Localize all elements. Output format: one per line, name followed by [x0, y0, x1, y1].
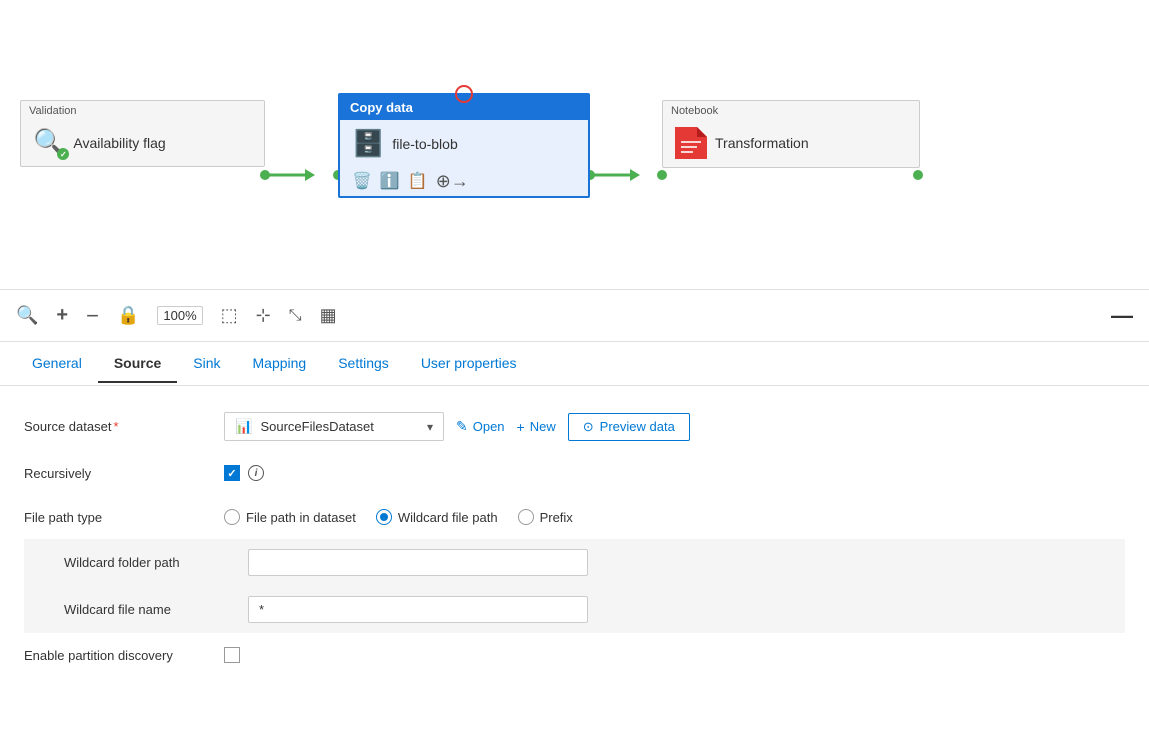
- layout-icon[interactable]: ▦: [320, 305, 337, 326]
- pencil-icon: ✎: [456, 418, 468, 435]
- recursively-info-icon[interactable]: i: [248, 465, 264, 481]
- recursively-checkbox[interactable]: ✓: [224, 465, 240, 481]
- copy-node-icon: 🗄️: [352, 128, 384, 159]
- tabs-bar: General Source Sink Mapping Settings Use…: [0, 342, 1149, 386]
- resize-icon[interactable]: ⤡: [289, 307, 302, 325]
- radio-outer-3: [518, 509, 534, 525]
- bottom-section: 🔍 + − 🔒 100% ⬚ ⊹ ⤡ ▦ — General Source Si…: [0, 290, 1149, 738]
- minus-icon[interactable]: −: [86, 303, 99, 329]
- source-dataset-control: 📊 SourceFilesDataset ▾ ✎ Open + New ⊙ Pr…: [224, 412, 1125, 441]
- radio-label-2: Wildcard file path: [398, 510, 498, 525]
- lock-icon[interactable]: 🔒: [117, 305, 139, 326]
- plus-icon: +: [517, 419, 525, 435]
- recursively-control: ✓ i: [224, 465, 1125, 481]
- wildcard-folder-control: [248, 549, 1101, 576]
- recursively-row: Recursively ✓ i: [24, 451, 1125, 495]
- notebook-node-label: Notebook: [663, 101, 919, 119]
- radio-inner-2: [380, 513, 388, 521]
- validation-node-name: Availability flag: [73, 135, 165, 151]
- dataset-icon: 📊: [235, 418, 252, 435]
- add-icon[interactable]: +: [56, 304, 68, 327]
- radio-outer-2: [376, 509, 392, 525]
- copy-data-node[interactable]: Copy data 🗄️ file-to-blob 🗑️ ℹ️ 📋 ⊕→: [338, 93, 590, 198]
- notebook-icon: [675, 127, 707, 159]
- radio-wildcard-file-path[interactable]: Wildcard file path: [376, 509, 498, 525]
- select-icon[interactable]: ⊹: [256, 305, 271, 326]
- validation-node[interactable]: Validation 🔍 ✓ Availability flag: [20, 100, 265, 167]
- info-icon[interactable]: ℹ️: [380, 171, 400, 192]
- toolbar: 🔍 + − 🔒 100% ⬚ ⊹ ⤡ ▦ —: [0, 290, 1149, 342]
- wildcard-file-control: [248, 596, 1101, 623]
- clone-icon[interactable]: 📋: [408, 171, 428, 192]
- preview-data-button[interactable]: ⊙ Preview data: [568, 413, 690, 441]
- new-link[interactable]: + New: [517, 419, 556, 435]
- search-icon[interactable]: 🔍: [16, 305, 38, 326]
- add-activity-icon[interactable]: ⊕→: [436, 171, 469, 192]
- source-dataset-row: Source dataset* 📊 SourceFilesDataset ▾ ✎…: [24, 402, 1125, 451]
- file-path-type-label: File path type: [24, 510, 224, 525]
- copy-node-indicator: [455, 85, 473, 103]
- radio-outer-1: [224, 509, 240, 525]
- wildcard-folder-input[interactable]: [248, 549, 588, 576]
- tab-sink[interactable]: Sink: [177, 345, 236, 383]
- wildcard-subfields: Wildcard folder path Wildcard file name: [24, 539, 1125, 633]
- checkbox-check-icon: ✓: [227, 467, 236, 480]
- validation-icon: 🔍 ✓: [33, 127, 65, 158]
- radio-label-1: File path in dataset: [246, 510, 356, 525]
- radio-prefix[interactable]: Prefix: [518, 509, 573, 525]
- validation-node-label: Validation: [21, 101, 264, 119]
- tab-mapping[interactable]: Mapping: [237, 345, 323, 383]
- properties-panel: Source dataset* 📊 SourceFilesDataset ▾ ✎…: [0, 386, 1149, 738]
- wildcard-folder-label: Wildcard folder path: [48, 555, 248, 570]
- dropdown-arrow-icon: ▾: [427, 420, 433, 434]
- copy-node-name: file-to-blob: [392, 136, 457, 152]
- copy-node-actions: 🗑️ ℹ️ 📋 ⊕→: [340, 167, 588, 196]
- delete-icon[interactable]: 🗑️: [352, 171, 372, 192]
- tab-settings[interactable]: Settings: [322, 345, 405, 383]
- enable-partition-control: [224, 647, 1125, 663]
- tab-user-properties[interactable]: User properties: [405, 345, 533, 383]
- file-path-type-row: File path type File path in dataset Wild…: [24, 495, 1125, 539]
- wildcard-file-label: Wildcard file name: [48, 602, 248, 617]
- radio-label-3: Prefix: [540, 510, 573, 525]
- open-link[interactable]: ✎ Open: [456, 418, 505, 435]
- pipeline-canvas: Validation 🔍 ✓ Availability flag Copy da…: [0, 0, 1149, 290]
- file-path-radio-group: File path in dataset Wildcard file path …: [224, 509, 573, 525]
- wildcard-file-row: Wildcard file name: [48, 586, 1101, 633]
- pipeline-divider: —: [1111, 303, 1133, 329]
- zoom-level[interactable]: 100%: [157, 306, 202, 325]
- recursively-checkbox-row: ✓ i: [224, 465, 264, 481]
- notebook-node-name: Transformation: [715, 135, 809, 151]
- radio-file-path-in-dataset[interactable]: File path in dataset: [224, 509, 356, 525]
- source-dataset-label: Source dataset*: [24, 419, 224, 434]
- tab-general[interactable]: General: [16, 345, 98, 383]
- wildcard-file-input[interactable]: [248, 596, 588, 623]
- enable-partition-row: Enable partition discovery: [24, 633, 1125, 677]
- source-dataset-value: SourceFilesDataset: [260, 419, 419, 434]
- tab-source[interactable]: Source: [98, 345, 177, 383]
- wildcard-folder-row: Wildcard folder path: [48, 539, 1101, 586]
- enable-partition-checkbox[interactable]: [224, 647, 240, 663]
- source-dataset-dropdown[interactable]: 📊 SourceFilesDataset ▾: [224, 412, 444, 441]
- fit-to-window-icon[interactable]: ⬚: [221, 305, 238, 326]
- notebook-node[interactable]: Notebook Transformation: [662, 100, 920, 168]
- recursively-label: Recursively: [24, 466, 224, 481]
- enable-partition-label: Enable partition discovery: [24, 648, 224, 663]
- required-star: *: [113, 419, 118, 434]
- file-path-type-control: File path in dataset Wildcard file path …: [224, 509, 1125, 525]
- preview-icon: ⊙: [583, 419, 594, 435]
